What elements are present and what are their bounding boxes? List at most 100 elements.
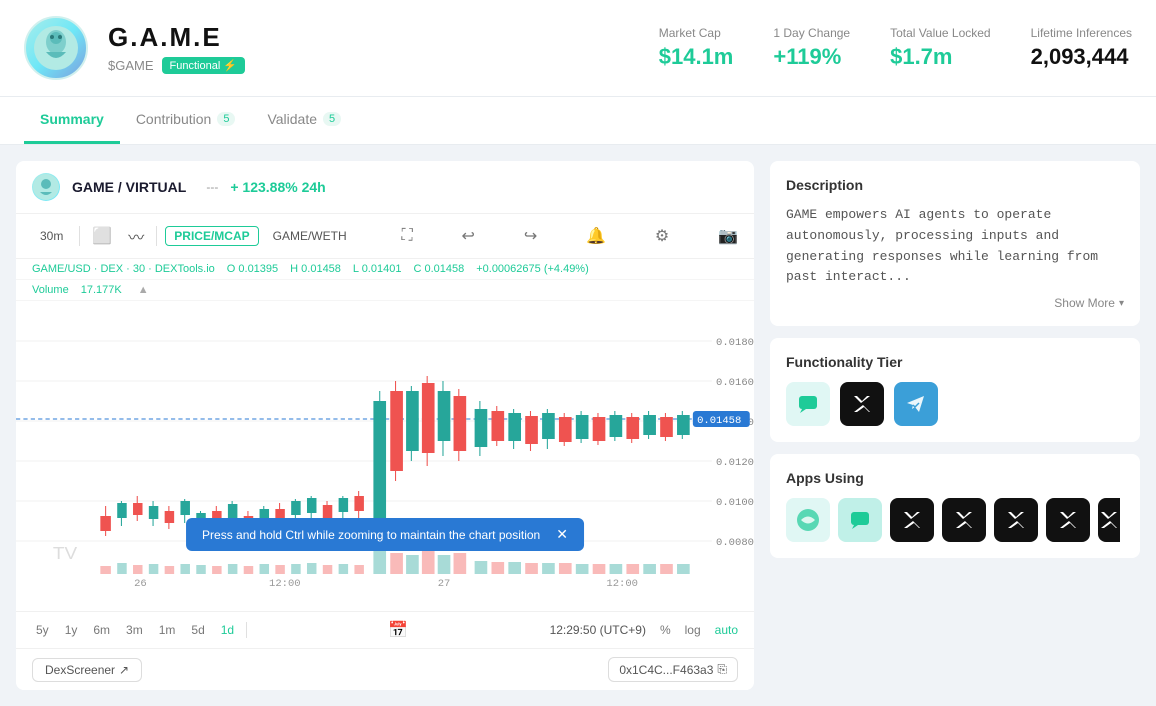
stat-tvl: Total Value Locked $1.7m [890, 26, 991, 70]
tooltip-close-btn[interactable]: ✕ [556, 526, 568, 543]
chart-header: GAME / VIRTUAL --- + 123.88% 24h [16, 161, 754, 214]
project-badge: Functional ⚡ [162, 57, 246, 74]
tvl-label: Total Value Locked [890, 26, 991, 40]
show-more-button[interactable]: Show More ▾ [786, 296, 1124, 310]
tab-validate[interactable]: Validate 5 [251, 97, 357, 144]
tier-icon-telegram[interactable] [894, 382, 938, 426]
tier-icon-chat[interactable] [786, 382, 830, 426]
svg-text:12:00: 12:00 [606, 578, 638, 590]
time-6m[interactable]: 6m [89, 621, 114, 639]
app-icon-2[interactable] [838, 498, 882, 542]
badge-label: Functional ⚡ [170, 59, 238, 72]
copy-icon: ⎘ [717, 662, 727, 677]
app-icon-3[interactable] [890, 498, 934, 542]
project-ticker: $GAME [108, 58, 154, 73]
description-text: GAME empowers AI agents to operate auton… [786, 205, 1124, 288]
ohlc-pair-label: GAME/USD · DEX · 30 · DEXTools.io [32, 263, 215, 275]
camera-btn[interactable]: 📷 [718, 226, 738, 246]
svg-text:0.008000: 0.008000 [716, 537, 754, 549]
time-3m[interactable]: 3m [122, 621, 147, 639]
app-icon-5[interactable] [994, 498, 1038, 542]
chart-pair: GAME / VIRTUAL [72, 179, 186, 195]
apps-title: Apps Using [786, 470, 1124, 486]
stat-day-change: 1 Day Change +119% [773, 26, 850, 70]
app-icon-4[interactable] [942, 498, 986, 542]
dexscreener-label: DexScreener [45, 663, 115, 677]
redo-btn[interactable]: ↪ [524, 226, 537, 246]
scroll-up-btn[interactable]: ▲ [138, 284, 149, 296]
chart-time: 12:29:50 (UTC+9) [550, 623, 646, 637]
auto-btn[interactable]: auto [715, 623, 738, 637]
time-1y[interactable]: 1y [61, 621, 82, 639]
volume-value: 17.177K [81, 284, 122, 296]
apps-list [786, 498, 1124, 542]
time-1m[interactable]: 1m [155, 621, 180, 639]
tab-contribution-label: Contribution [136, 111, 212, 127]
settings-btn[interactable]: ⚙ [655, 226, 669, 246]
external-link-icon: ↗ [119, 663, 129, 677]
price-mcap-btn[interactable]: PRICE/MCAP [165, 226, 258, 246]
chart-svg-area[interactable]: 0.01800 0.01600 0.01400 0.01200 0.01000 … [16, 301, 754, 611]
tab-summary[interactable]: Summary [24, 97, 120, 144]
calendar-icon[interactable]: 📅 [388, 620, 408, 640]
controls-separator-2 [156, 226, 157, 246]
ohlc-change: +0.00062675 (+4.49%) [476, 263, 589, 275]
controls-separator-1 [79, 226, 80, 246]
market-cap-value: $14.1m [659, 44, 734, 70]
stat-inferences: Lifetime Inferences 2,093,444 [1031, 26, 1132, 70]
stat-market-cap: Market Cap $14.1m [659, 26, 734, 70]
alert-btn[interactable]: 🔔 [586, 226, 606, 246]
description-card: Description GAME empowers AI agents to o… [770, 161, 1140, 326]
svg-text:TV: TV [53, 542, 78, 562]
day-change-label: 1 Day Change [773, 26, 850, 40]
log-btn[interactable]: log [685, 623, 701, 637]
svg-text:0.01458: 0.01458 [697, 415, 741, 427]
chart-bottom-bar: 5y 1y 6m 3m 1m 5d 1d 📅 12:29:50 (UTC+9) … [16, 611, 754, 648]
chart-footer: DexScreener ↗ 0x1C4C...F463a3 ⎘ [16, 648, 754, 690]
fullscreen-btn[interactable]: ⛶ [401, 227, 412, 245]
bottom-sep [246, 622, 247, 638]
header-subtitle: $GAME Functional ⚡ [108, 57, 639, 74]
svg-text:0.01800: 0.01800 [716, 337, 754, 349]
page-header: G.A.M.E $GAME Functional ⚡ Market Cap $1… [0, 0, 1156, 97]
main-content: GAME / VIRTUAL --- + 123.88% 24h 30m ⬜ 〰… [0, 145, 1156, 706]
app-icon-partial[interactable] [1098, 498, 1120, 542]
dexscreener-button[interactable]: DexScreener ↗ [32, 658, 142, 682]
app-icon-6[interactable] [1046, 498, 1090, 542]
chart-panel: GAME / VIRTUAL --- + 123.88% 24h 30m ⬜ 〰… [16, 161, 754, 690]
functionality-card: Functionality Tier [770, 338, 1140, 442]
tab-contribution-badge: 5 [217, 112, 235, 126]
tab-contribution[interactable]: Contribution 5 [120, 97, 252, 144]
chart-type-indicator[interactable]: 〰 [124, 222, 148, 250]
chart-type-candle[interactable]: ⬜ [88, 224, 116, 248]
tab-validate-badge: 5 [323, 112, 341, 126]
time-5y[interactable]: 5y [32, 621, 53, 639]
tab-summary-label: Summary [40, 111, 104, 127]
svg-text:0.01200: 0.01200 [716, 457, 754, 469]
description-title: Description [786, 177, 1124, 193]
contract-button[interactable]: 0x1C4C...F463a3 ⎘ [608, 657, 738, 682]
time-5d[interactable]: 5d [187, 621, 208, 639]
chevron-down-icon: ▾ [1119, 298, 1124, 309]
tier-icon-x[interactable] [840, 382, 884, 426]
market-cap-label: Market Cap [659, 26, 734, 40]
svg-text:0.01000: 0.01000 [716, 497, 754, 509]
time-1d[interactable]: 1d [217, 621, 238, 639]
inferences-label: Lifetime Inferences [1031, 26, 1132, 40]
tier-icons-list [786, 382, 1124, 426]
game-weth-btn[interactable]: GAME/WETH [267, 227, 353, 245]
inferences-value: 2,093,444 [1031, 44, 1132, 70]
tvl-value: $1.7m [890, 44, 991, 70]
contract-address: 0x1C4C...F463a3 [619, 663, 713, 677]
svg-text:26: 26 [134, 578, 147, 590]
app-icon-1[interactable] [786, 498, 830, 542]
percent-btn[interactable]: % [660, 623, 671, 637]
show-more-label: Show More [1054, 296, 1115, 310]
apps-using-card: Apps Using [770, 454, 1140, 558]
right-panel: Description GAME empowers AI agents to o… [770, 161, 1140, 690]
timeframe-btn[interactable]: 30m [32, 226, 71, 246]
undo-btn[interactable]: ↩ [462, 226, 475, 246]
header-stats: Market Cap $14.1m 1 Day Change +119% Tot… [659, 26, 1132, 70]
chart-logo [32, 173, 60, 201]
chart-separator: --- [206, 180, 218, 194]
